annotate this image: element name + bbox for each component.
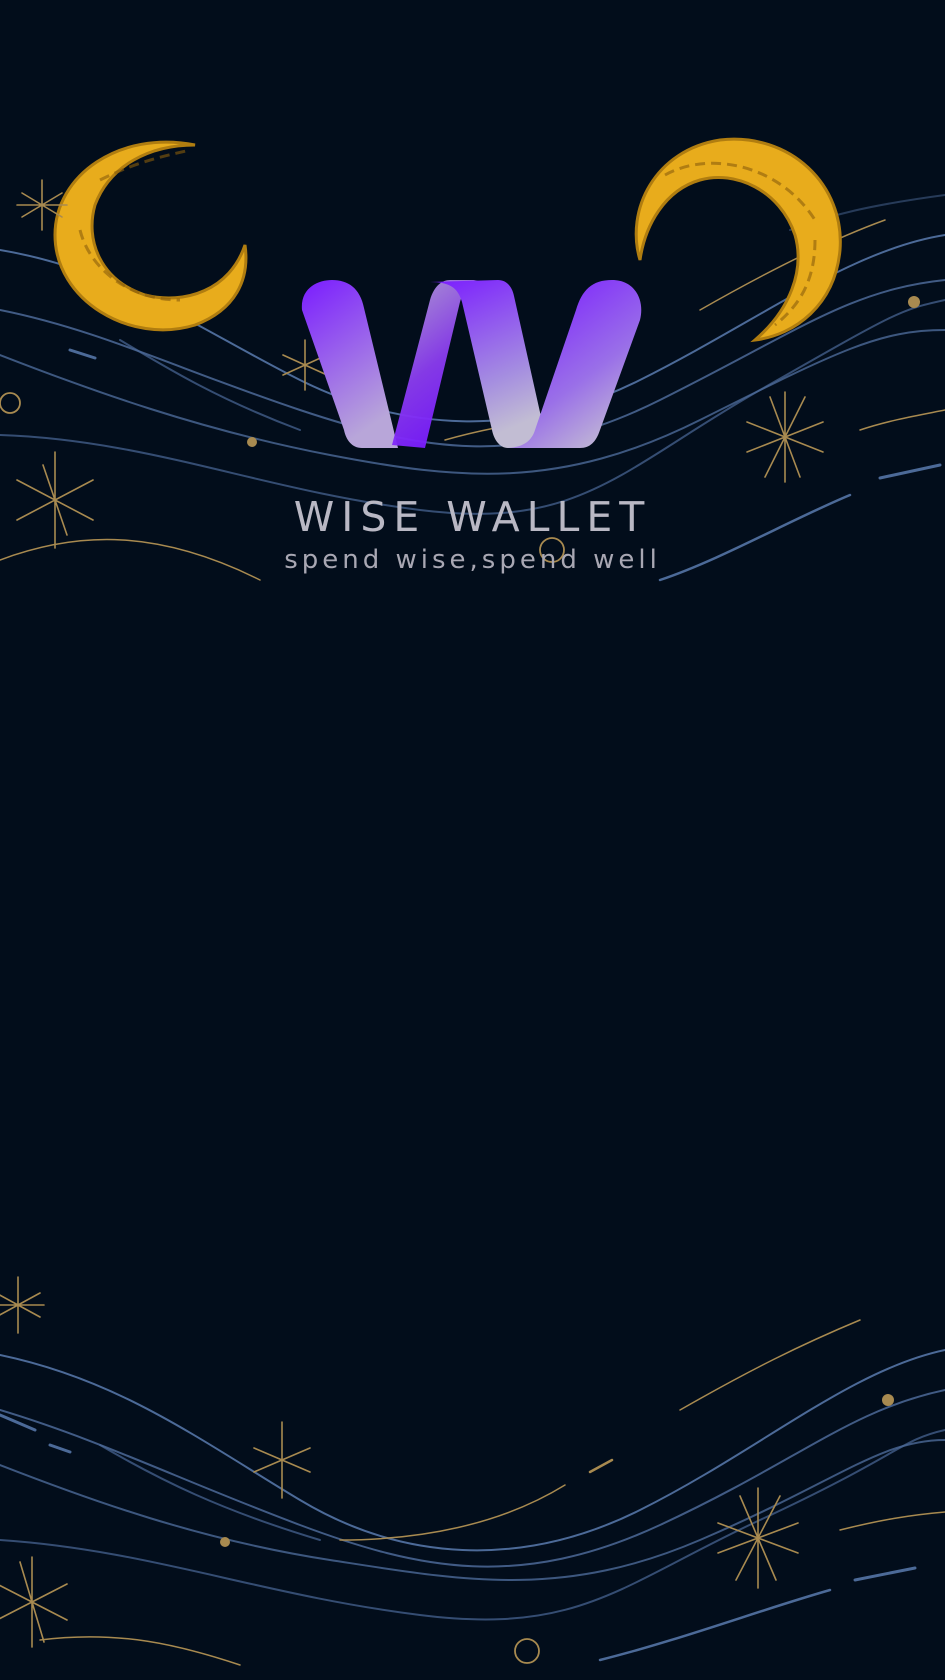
gold-dot bbox=[247, 437, 257, 447]
bottom-gold-lines bbox=[39, 1319, 945, 1666]
bottom-decoration bbox=[0, 1276, 945, 1666]
gold-dot bbox=[220, 1537, 230, 1547]
gold-ring bbox=[0, 392, 21, 414]
sparkle-star-icon bbox=[746, 391, 824, 483]
sparkle-star-icon bbox=[0, 1276, 45, 1334]
gold-ring bbox=[514, 1638, 540, 1664]
gold-dot bbox=[908, 296, 920, 308]
crescent-moon-icon bbox=[53, 140, 248, 332]
app-name: WISE WALLET bbox=[293, 493, 652, 541]
app-tagline: spend wise,spend well bbox=[284, 545, 661, 575]
sparkle-star-icon bbox=[253, 1421, 311, 1499]
sparkle-star-icon bbox=[717, 1487, 799, 1589]
w-ribbon-logo-icon bbox=[301, 280, 642, 448]
bottom-wave-lines bbox=[0, 1349, 945, 1662]
gold-dot bbox=[882, 1394, 894, 1406]
sparkle-star-icon bbox=[0, 1556, 68, 1648]
crescent-moon-icon bbox=[634, 137, 842, 343]
